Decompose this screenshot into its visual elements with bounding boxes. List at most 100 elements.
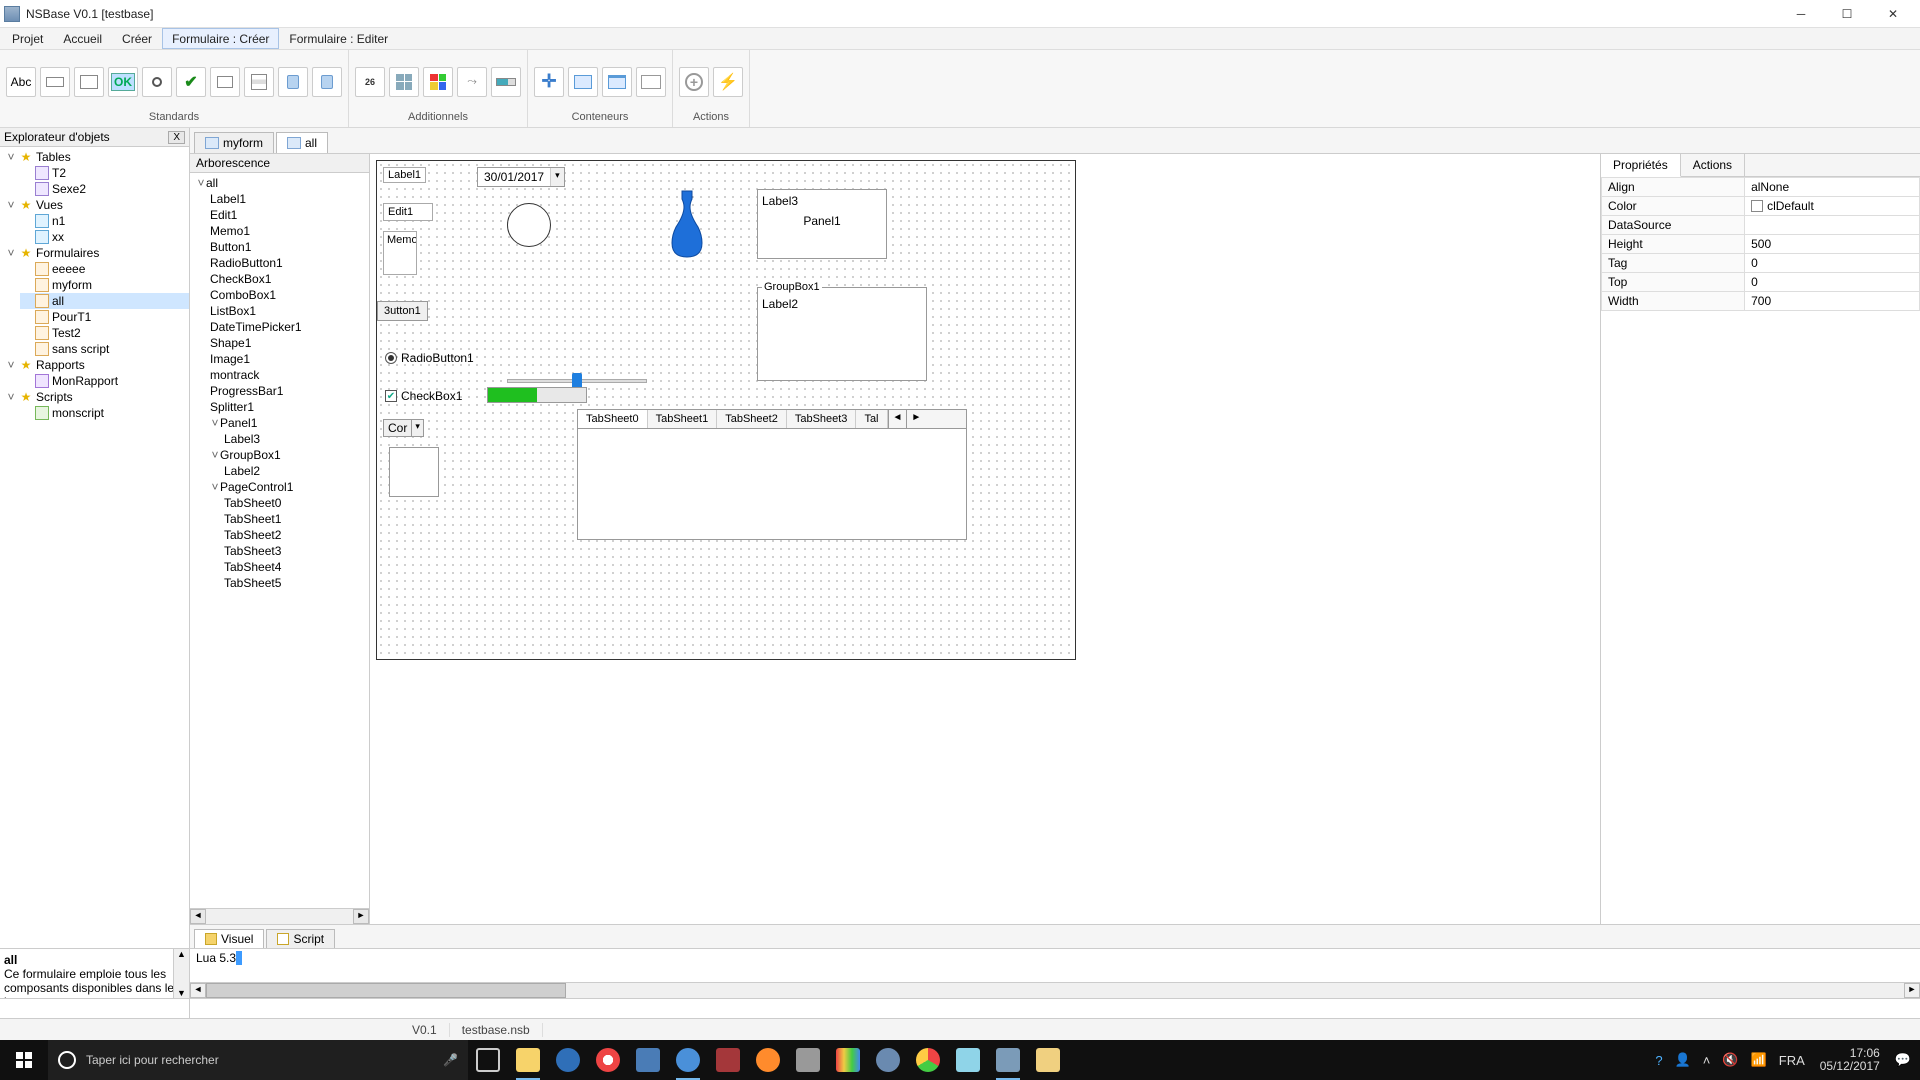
arbo-item[interactable]: Shape1 [208,335,369,351]
tree-rapports[interactable]: ˅★Rapports [4,357,189,373]
task-app2[interactable] [628,1040,668,1080]
prop-value[interactable]: alNone [1745,178,1920,197]
arbo-item[interactable]: Label2 [222,463,369,479]
arbo-hscroll[interactable]: ◄► [190,908,369,924]
menu-formulaire-editer[interactable]: Formulaire : Editer [279,28,398,49]
tool-splitter[interactable]: ✛ [534,67,564,97]
tree-item[interactable]: myform [20,277,189,293]
tree-item-selected[interactable]: all [20,293,189,309]
tool-edit[interactable] [40,67,70,97]
properties-grid[interactable]: AlignalNone ColorclDefault DataSource He… [1601,177,1920,311]
design-memo1[interactable]: Memo [383,231,417,275]
design-image1[interactable] [667,189,707,259]
tray-network-icon[interactable]: 📶 [1748,1052,1770,1068]
arbo-item[interactable]: TabSheet1 [222,511,369,527]
design-tab[interactable]: Tal [856,410,887,428]
arbo-root[interactable]: ˅all [194,175,369,191]
design-shape1[interactable] [507,203,551,247]
tool-chart-line[interactable]: ⤳ [457,67,487,97]
design-progressbar1[interactable] [487,387,587,403]
tray-lang[interactable]: FRA [1776,1053,1808,1068]
tree-item[interactable]: Test2 [20,325,189,341]
arbo-item[interactable]: ListBox1 [208,303,369,319]
prop-value[interactable]: 500 [1745,235,1920,254]
tool-colorgrid[interactable] [423,67,453,97]
arbo-item[interactable]: CheckBox1 [208,271,369,287]
tabs-next[interactable]: ► [906,410,925,428]
form-tab-all[interactable]: all [276,132,328,153]
task-access[interactable] [708,1040,748,1080]
task-gear[interactable] [868,1040,908,1080]
prop-value[interactable]: 700 [1745,292,1920,311]
design-tab[interactable]: TabSheet0 [578,410,648,428]
taskbar-search[interactable]: Taper ici pour rechercher 🎤 [48,1040,468,1080]
tool-bolt[interactable]: ⚡ [713,67,743,97]
tree-item[interactable]: Sexe2 [20,181,189,197]
tree-item[interactable]: sans script [20,341,189,357]
bottom-tab-script[interactable]: Script [266,929,335,948]
prop-value[interactable]: 0 [1745,254,1920,273]
desc-scrollbar[interactable]: ▲▼ [173,949,189,998]
tray-notifications-icon[interactable]: 💬 [1892,1052,1914,1068]
tray-clock[interactable]: 17:06 05/12/2017 [1814,1047,1886,1073]
tabs-prev[interactable]: ◄ [888,410,907,428]
tool-label[interactable]: Abc [6,67,36,97]
prop-value[interactable]: 0 [1745,273,1920,292]
tree-scripts[interactable]: ˅★Scripts [4,389,189,405]
tree-item[interactable]: monscript [20,405,189,421]
prop-value[interactable] [1745,216,1920,235]
tree-item[interactable]: n1 [20,213,189,229]
tree-item[interactable]: PourT1 [20,309,189,325]
prop-value[interactable]: clDefault [1745,197,1920,216]
design-label2[interactable]: Label2 [762,297,922,311]
objexp-tree[interactable]: ˅★Tables T2 Sexe2 ˅★Vues n1 xx ˅★Formula… [0,147,189,948]
task-chrome[interactable] [588,1040,628,1080]
maximize-button[interactable]: ☐ [1824,0,1870,28]
task-explorer[interactable] [508,1040,548,1080]
task-firefox[interactable] [748,1040,788,1080]
arbo-item[interactable]: DateTimePicker1 [208,319,369,335]
console-output[interactable]: Lua 5.3 [190,949,1920,982]
tree-tables[interactable]: ˅★Tables [4,149,189,165]
tool-checkbox[interactable]: ✔ [176,67,206,97]
tool-pagecontrol[interactable] [636,67,666,97]
tree-item[interactable]: eeeee [20,261,189,277]
task-notes[interactable] [948,1040,988,1080]
minimize-button[interactable]: ─ [1778,0,1824,28]
design-pagecontrol1[interactable]: TabSheet0 TabSheet1 TabSheet2 TabSheet3 … [577,409,967,540]
arbo-item[interactable]: TabSheet0 [222,495,369,511]
design-panel1[interactable]: Label3 Panel1 [757,189,887,259]
tool-db2[interactable] [312,67,342,97]
arbo-pagecontrol1[interactable]: ˅PageControl1 [208,479,369,495]
arbo-item[interactable]: Splitter1 [208,399,369,415]
arbo-item[interactable]: Button1 [208,239,369,255]
arbo-item[interactable]: RadioButton1 [208,255,369,271]
arbo-item[interactable]: TabSheet3 [222,543,369,559]
tool-panel[interactable] [568,67,598,97]
tool-progress[interactable] [491,67,521,97]
task-color[interactable] [828,1040,868,1080]
design-button1[interactable]: 3utton1 [377,301,428,321]
menu-formulaire-creer[interactable]: Formulaire : Créer [162,28,279,49]
arbo-item[interactable]: Label1 [208,191,369,207]
arbo-item[interactable]: Image1 [208,351,369,367]
objexp-close[interactable]: X [168,131,185,144]
dropdown-icon[interactable]: ▾ [550,168,564,186]
arbo-item[interactable]: TabSheet5 [222,575,369,591]
arbo-item[interactable]: ComboBox1 [208,287,369,303]
design-tab[interactable]: TabSheet1 [648,410,718,428]
tool-radiobutton[interactable] [142,67,172,97]
arbo-item[interactable]: TabSheet2 [222,527,369,543]
arbo-item[interactable]: TabSheet4 [222,559,369,575]
task-app3[interactable] [668,1040,708,1080]
design-radiobutton1[interactable]: RadioButton1 [385,351,474,365]
design-groupbox1[interactable]: GroupBox1 Label2 [757,281,927,381]
tray-help-icon[interactable]: ? [1652,1053,1665,1068]
tool-add-action[interactable]: + [679,67,709,97]
arbo-panel1[interactable]: ˅Panel1 [208,415,369,431]
task-chrome2[interactable] [908,1040,948,1080]
mic-icon[interactable]: 🎤 [443,1053,458,1067]
task-paint[interactable] [1028,1040,1068,1080]
task-app1[interactable] [548,1040,588,1080]
design-label3[interactable]: Label3 [762,194,882,208]
